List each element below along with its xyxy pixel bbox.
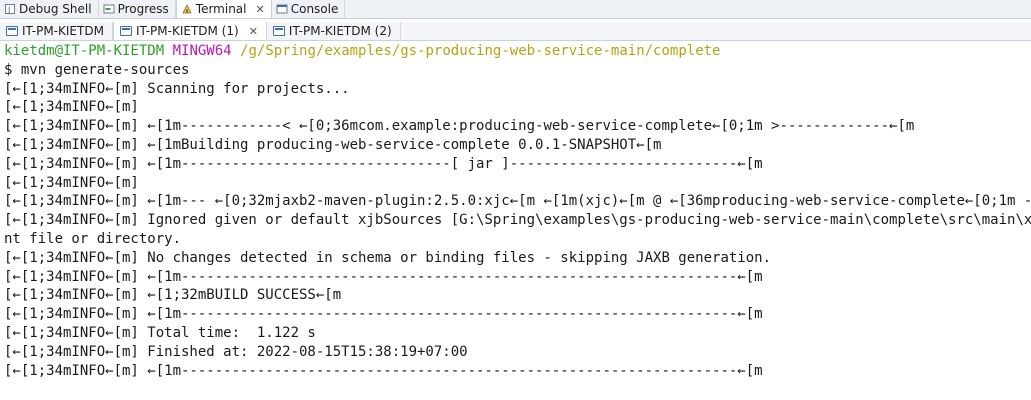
- terminal-tab-2[interactable]: IT-PM-KIETDM (2): [267, 22, 401, 40]
- tab-label: Debug Shell: [19, 2, 92, 16]
- output-line: [←[1;34mINFO←[m] ←[1;32mBUILD SUCCESS←[m: [4, 287, 342, 304]
- output-line: [←[1;34mINFO←[m] ←[1m--- ←[0;32mjaxb2-ma…: [4, 193, 1031, 210]
- prompt-system: MINGW64: [172, 43, 232, 59]
- prompt-path: /g/Spring/examples/gs-producing-web-serv…: [240, 43, 721, 59]
- output-line: [←[1;34mINFO←[m] ←[1m-------------------…: [4, 362, 763, 379]
- output-line: [←[1;34mINFO←[m] Total time: 1.122 s: [4, 324, 316, 341]
- close-icon[interactable]: ✕: [256, 3, 265, 16]
- view-tab-bar: J Debug Shell Progress Terminal ✕ Consol…: [0, 0, 1031, 19]
- svg-text:J: J: [7, 6, 10, 15]
- tab-progress[interactable]: Progress: [99, 0, 176, 18]
- terminal-tab-1[interactable]: IT-PM-KIETDM (1) ✕: [112, 22, 267, 40]
- tab-label: Terminal: [195, 2, 247, 16]
- output-line: [←[1;34mINFO←[m] No changes detected in …: [4, 249, 772, 266]
- console-icon: [276, 3, 288, 15]
- output-line: [←[1;34mINFO←[m]: [4, 174, 139, 191]
- output-line: [←[1;34mINFO←[m]: [4, 99, 139, 116]
- output-line: nt file or directory.: [4, 230, 182, 247]
- output-line: [←[1;34mINFO←[m] Finished at: 2022-08-15…: [4, 343, 468, 360]
- progress-icon: [103, 3, 115, 15]
- prompt-line: kietdm@IT-PM-KIETDM MINGW64 /g/Spring/ex…: [4, 42, 1031, 61]
- tab-terminal[interactable]: Terminal ✕: [175, 0, 272, 18]
- terminal-tab-label: IT-PM-KIETDM (2): [288, 24, 392, 38]
- terminal-session-icon: [272, 26, 285, 36]
- prompt-user-host: kietdm@IT-PM-KIETDM: [4, 43, 165, 59]
- terminal-session-icon: [6, 26, 18, 36]
- output-line: [←[1;34mINFO←[m] ←[1m-------------------…: [4, 306, 763, 323]
- output-lines: [←[1;34mINFO←[m] Scanning for projects..…: [4, 80, 1031, 381]
- terminal-icon: [181, 3, 193, 15]
- debug-shell-icon: J: [4, 3, 16, 15]
- command-line: $ mvn generate-sources: [4, 61, 190, 78]
- output-line: [←[1;34mINFO←[m] ←[1m------------< ←[0;3…: [4, 118, 915, 135]
- close-icon[interactable]: ✕: [249, 25, 258, 38]
- terminal-tab-label: IT-PM-KIETDM: [22, 24, 104, 38]
- terminal-tab-0[interactable]: IT-PM-KIETDM: [0, 22, 113, 40]
- output-line: [←[1;34mINFO←[m] Ignored given or defaul…: [4, 212, 1031, 229]
- terminal-tab-bar: IT-PM-KIETDM IT-PM-KIETDM (1) ✕ IT-PM-KI…: [0, 22, 1031, 41]
- output-line: [←[1;34mINFO←[m] ←[1m-------------------…: [4, 155, 763, 172]
- output-line: [←[1;34mINFO←[m] Scanning for projects..…: [4, 80, 350, 97]
- output-line: [←[1;34mINFO←[m] ←[1mBuilding producing-…: [4, 136, 662, 153]
- terminal-tab-label: IT-PM-KIETDM (1): [135, 24, 239, 38]
- output-line: [←[1;34mINFO←[m] ←[1m-------------------…: [4, 268, 763, 285]
- tab-console[interactable]: Console: [272, 0, 346, 18]
- tab-label: Progress: [117, 2, 169, 16]
- tab-debug-shell[interactable]: J Debug Shell: [0, 0, 99, 18]
- terminal-session-icon: [119, 26, 132, 36]
- terminal-output[interactable]: kietdm@IT-PM-KIETDM MINGW64 /g/Spring/ex…: [0, 42, 1031, 400]
- tab-label: Console: [290, 2, 339, 16]
